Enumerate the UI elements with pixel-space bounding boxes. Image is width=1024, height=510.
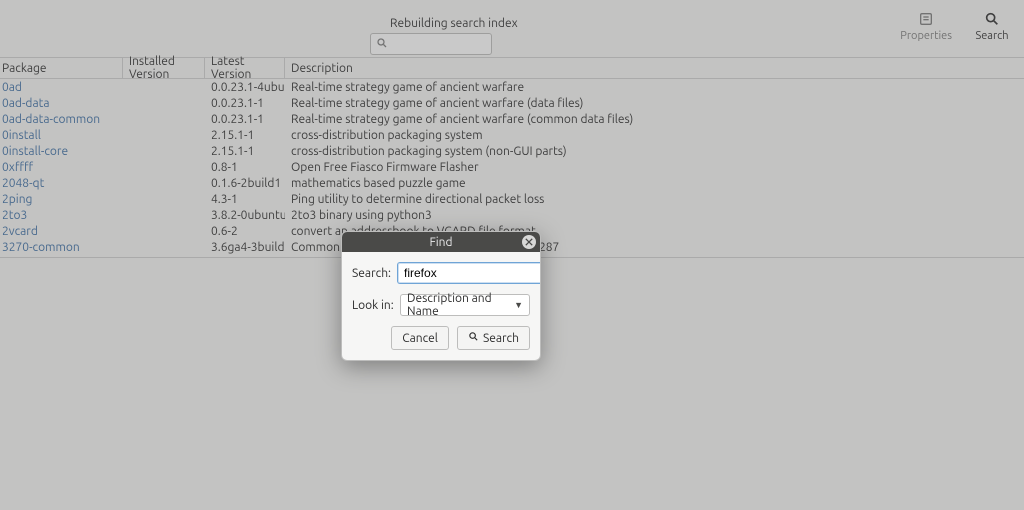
dialog-titlebar[interactable]: Find [342, 232, 540, 252]
find-dialog: Find Search: ▼ Look in: Description and … [341, 231, 541, 361]
close-icon[interactable] [522, 235, 536, 249]
search-submit-label: Search [483, 332, 519, 345]
cancel-button[interactable]: Cancel [391, 326, 449, 350]
lookin-field-label: Look in: [352, 299, 394, 312]
lookin-select[interactable]: Description and Name ▼ [400, 294, 530, 316]
search-input[interactable] [397, 262, 541, 284]
chevron-down-icon: ▼ [514, 300, 523, 310]
search-field-label: Search: [352, 267, 391, 280]
search-icon [468, 331, 479, 345]
lookin-value: Description and Name [407, 292, 514, 318]
cancel-label: Cancel [402, 332, 438, 345]
search-submit-button[interactable]: Search [457, 326, 530, 350]
dialog-title-label: Find [429, 236, 452, 249]
